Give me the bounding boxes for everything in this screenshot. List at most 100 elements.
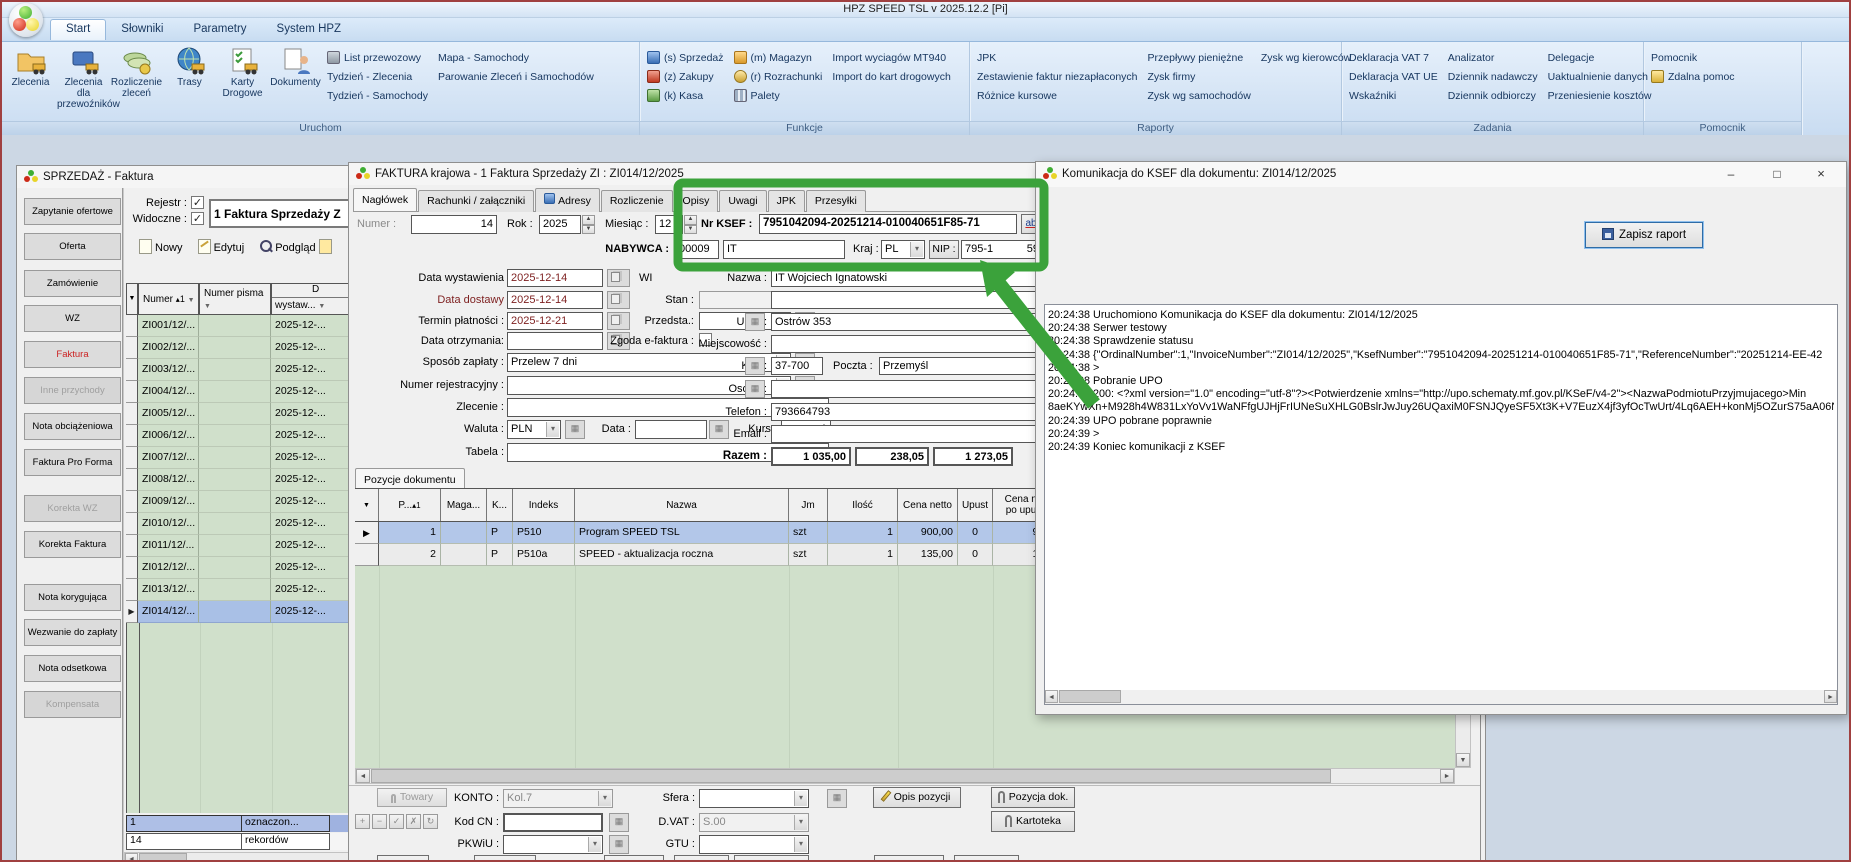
sidebar-item-zam-wienie[interactable]: Zamówienie [24, 270, 121, 297]
app-logo-icon[interactable] [9, 3, 43, 37]
scroll-left-icon[interactable]: ◄ [356, 769, 370, 783]
grid-filter-icon[interactable]: ▼ [355, 489, 379, 521]
new-button[interactable]: Nowy [139, 242, 183, 254]
document-row[interactable]: ZI002/12/...2025-12-... [126, 337, 371, 359]
document-row[interactable]: ZI006/12/...2025-12-... [126, 425, 371, 447]
sidebar-item-wz[interactable]: WZ [24, 305, 121, 332]
grid-filter-header[interactable]: ▼ [126, 283, 138, 315]
ribbon-item-zysk-wg-samochod-w[interactable]: Zysk wg samochodów [1143, 86, 1256, 105]
tab-adresy[interactable]: Adresy [535, 188, 600, 212]
sidebar-item-korekta-faktura[interactable]: Korekta Faktura [24, 531, 121, 558]
sidebar-item-nota-koryguj-ca[interactable]: Nota korygująca [24, 584, 121, 611]
document-row[interactable]: ZI013/12/...2025-12-... [126, 579, 371, 601]
sales-hscrollbar[interactable]: ◄ [124, 852, 374, 862]
tab-przesy-ki[interactable]: Przesyłki [806, 190, 866, 212]
column-header-p[interactable]: P... ▴1 [379, 489, 441, 521]
ribbon-item-import-do-kart-drogowych[interactable]: Import do kart drogowych [827, 67, 955, 86]
column-header-upust[interactable]: Upust [958, 489, 993, 521]
ribbon-item-pomocnik[interactable]: Pomocnik [1646, 48, 1740, 67]
ribbon-item-przeniesienie-koszt-w[interactable]: Przeniesienie kosztów [1543, 86, 1657, 105]
ribbon-tab-system-hpz[interactable]: System HPZ [262, 19, 357, 40]
column-header-nazwa[interactable]: Nazwa [575, 489, 789, 521]
tab-jpk[interactable]: JPK [768, 190, 805, 212]
ribbon-item-deklaracja-vat-7[interactable]: Deklaracja VAT 7 [1344, 48, 1443, 67]
document-row[interactable]: ▶ZI014/12/...2025-12-... [126, 601, 371, 623]
scroll-right-icon[interactable]: ► [1440, 769, 1454, 783]
scroll-left-icon[interactable]: ◄ [1045, 690, 1058, 703]
lookup-icon[interactable]: ▦ [745, 313, 765, 331]
sidebar-item-korekta-wz[interactable]: Korekta WZ [24, 495, 121, 522]
sidebar-item-wezwanie-do-zap-aty[interactable]: Wezwanie do zapłaty [24, 619, 121, 646]
column-header-ilo[interactable]: Ilość [828, 489, 898, 521]
bottom-button-zapisz[interactable]: Zapisz [377, 855, 429, 862]
ribbon-item-zestawienie-faktur-niezap-aconych[interactable]: Zestawienie faktur niezapłaconych [972, 67, 1143, 86]
bottom-button-nota[interactable]: Nota [954, 855, 1019, 862]
kod-cn-field[interactable] [503, 813, 603, 832]
document-row[interactable]: ZI005/12/...2025-12-... [126, 403, 371, 425]
ribbon-button-karty-drogowe[interactable]: Karty Drogowe [216, 44, 269, 99]
edit-button[interactable]: Edytuj [198, 242, 245, 254]
lookup-icon[interactable]: ▦ [565, 420, 585, 439]
lookup-icon[interactable]: ▦ [745, 380, 765, 398]
bottom-button-od-wie-k[interactable]: Odśwież K [734, 855, 809, 862]
nip-label-button[interactable]: NIP : [929, 240, 959, 259]
waluta-select[interactable]: PLN▾ [507, 420, 561, 439]
tab-rozliczenie[interactable]: Rozliczenie [601, 190, 673, 212]
ribbon-item-dziennik-nadawczy[interactable]: Dziennik nadawczy [1443, 67, 1543, 86]
wystawienia-field[interactable]: 2025-12-14 [507, 269, 603, 287]
preview-button[interactable]: Podgląd [259, 242, 315, 254]
ribbon-item-s-sprzeda[interactable]: (s) Sprzedaż [642, 48, 729, 67]
close-icon[interactable]: × [1804, 162, 1838, 186]
sfera-select[interactable]: ▾ [699, 789, 809, 808]
miesiac-field[interactable]: 12 [655, 215, 683, 234]
tab-opisy[interactable]: Opisy [674, 190, 719, 212]
maximize-icon[interactable]: □ [1760, 162, 1794, 186]
sidebar-item-nota-obci-eniowa[interactable]: Nota obciążeniowa [24, 413, 121, 440]
document-row[interactable]: ZI012/12/...2025-12-... [126, 557, 371, 579]
ribbon-item-list-przewozowy[interactable]: List przewozowy [322, 48, 433, 67]
rok-spinner[interactable]: ▲▼ [582, 215, 595, 234]
kraj-select[interactable]: PL▾ [881, 240, 925, 259]
widoczne-checkbox[interactable]: ✓ [191, 212, 204, 225]
tab-rachunki-za-czniki[interactable]: Rachunki / załączniki [418, 190, 534, 212]
document-row[interactable]: ZI007/12/...2025-12-... [126, 447, 371, 469]
ribbon-item-jpk[interactable]: JPK [972, 48, 1143, 67]
ribbon-item-uaktualnienie-danych[interactable]: Uaktualnienie danych [1543, 67, 1657, 86]
ribbon-tab-parametry[interactable]: Parametry [178, 19, 261, 40]
bottom-button-podgl-d[interactable]: Podgląd [604, 855, 664, 862]
column-header-indeks[interactable]: Indeks [513, 489, 575, 521]
ksef-hscrollbar[interactable]: ◄ ► [1045, 690, 1837, 704]
ksef-log-area[interactable]: 20:24:38 Uruchomiono Komunikacja do KSEF… [1044, 304, 1838, 705]
bottom-button-koperta[interactable]: Koperta [674, 855, 729, 862]
kod-field[interactable]: 37-700 [771, 357, 823, 375]
nav-cancel-icon[interactable]: ✗ [406, 814, 421, 829]
ribbon-item-z-zakupy[interactable]: (z) Zakupy [642, 67, 729, 86]
ksef-number-field[interactable]: 7951042094-20251214-010040651F85-71 [759, 214, 1017, 234]
column-header-cena-netto[interactable]: Cena netto [898, 489, 958, 521]
ribbon-button-zlecenia-dla-przewo-nik-w[interactable]: Zlecenia dla przewoźników [57, 44, 110, 110]
dvat-select[interactable]: S.00▾ [699, 813, 809, 832]
ribbon-item-palety[interactable]: Palety [729, 86, 828, 105]
document-row[interactable]: ZI004/12/...2025-12-... [126, 381, 371, 403]
miesiac-spinner[interactable]: ▲▼ [684, 215, 697, 234]
lookup-icon[interactable]: ▦ [745, 357, 765, 375]
column-header-jm[interactable]: Jm [789, 489, 828, 521]
nabywca-name-field[interactable]: IT [723, 240, 845, 259]
sidebar-item-kompensata[interactable]: Kompensata [24, 691, 121, 718]
ribbon-button-trasy[interactable]: Trasy [163, 44, 216, 88]
ribbon-tab-start[interactable]: Start [50, 19, 106, 40]
ribbon-item-dziennik-odbiorczy[interactable]: Dziennik odbiorczy [1443, 86, 1543, 105]
pozycja-dok-button[interactable]: Pozycja dok. [991, 787, 1075, 808]
ribbon-item-tydzie-samochody[interactable]: Tydzień - Samochody [322, 86, 433, 105]
sidebar-item-zapytanie-ofertowe[interactable]: Zapytanie ofertowe [24, 198, 121, 225]
ribbon-item-parowanie-zlece-i-samochod-w[interactable]: Parowanie Zleceń i Samochodów [433, 67, 599, 86]
sidebar-item-faktura[interactable]: Faktura [24, 341, 121, 368]
ribbon-item-mapa-samochody[interactable]: Mapa - Samochody [433, 48, 599, 67]
ribbon-item-r-rozrachunki[interactable]: (r) Rozrachunki [729, 67, 828, 86]
positions-hscrollbar[interactable]: ◄ ► [355, 768, 1455, 784]
ribbon-item-r-nice-kursowe[interactable]: Różnice kursowe [972, 86, 1143, 105]
ribbon-item-zdalna-pomoc[interactable]: Zdalna pomoc [1646, 67, 1740, 86]
ribbon-item-przep-ywy-pieni-ne[interactable]: Przepływy pieniężne [1143, 48, 1256, 67]
bottom-button-edytuj[interactable]: Edytuj [474, 855, 536, 862]
lookup-icon[interactable]: ▦ [827, 789, 847, 808]
